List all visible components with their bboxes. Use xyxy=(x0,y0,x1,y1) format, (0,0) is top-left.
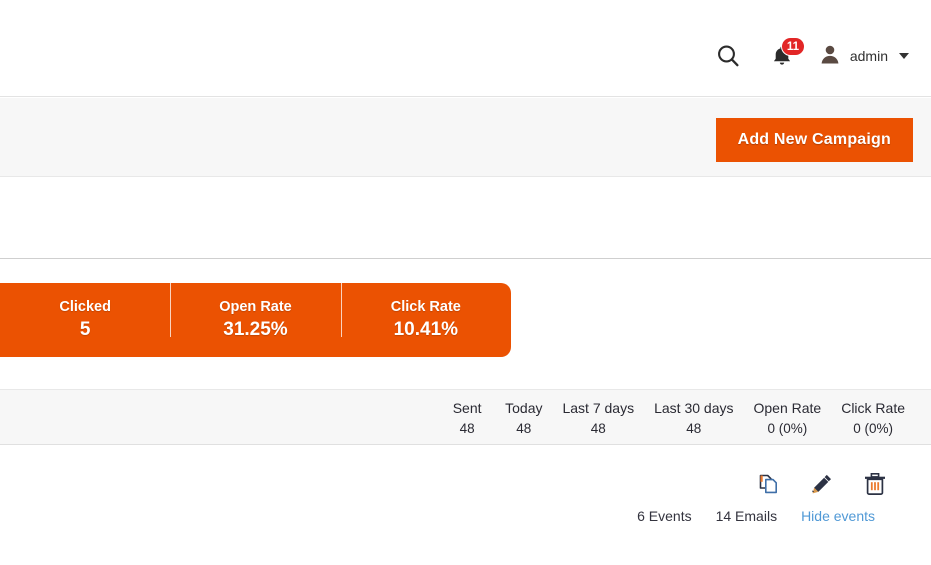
stat-header: Click Rate xyxy=(841,400,905,416)
action-icon-group xyxy=(755,470,889,498)
duplicate-icon[interactable] xyxy=(755,470,783,498)
content-area xyxy=(0,178,931,258)
notification-count-badge: 11 xyxy=(780,37,806,56)
stat-header: Last 30 days xyxy=(654,400,734,416)
summary-label: Clicked xyxy=(59,299,111,315)
summary-cell-open-rate: Open Rate 31.25% xyxy=(170,277,340,342)
campaign-summary-bar: Clicked 5 Open Rate 31.25% Click Rate 10… xyxy=(0,277,511,357)
stat-value: 48 xyxy=(459,421,475,436)
stat-header: Sent xyxy=(452,400,482,416)
page-root: 11 admin Add New Campaign Clicked 5 Open… xyxy=(0,0,931,565)
delete-trash-icon[interactable] xyxy=(861,470,889,498)
emails-count-label: 14 Emails xyxy=(715,508,778,524)
events-count-label: 6 Events xyxy=(637,508,692,524)
bell-icon: 11 xyxy=(769,37,806,69)
admin-header: 11 admin xyxy=(0,0,931,97)
stat-value: 48 xyxy=(686,421,702,436)
summary-label: Open Rate xyxy=(219,299,292,315)
page-actions-bar: Add New Campaign xyxy=(0,98,931,177)
edit-pencil-icon[interactable] xyxy=(808,470,836,498)
user-menu[interactable]: admin xyxy=(809,38,915,74)
stat-col-open-rate: Open Rate 0 (0%) xyxy=(743,398,831,439)
stat-value: 0 (0%) xyxy=(853,421,893,436)
summary-label: Click Rate xyxy=(390,299,461,315)
stat-col-sent: Sent 48 xyxy=(439,398,495,439)
stat-value: 0 (0%) xyxy=(767,421,808,436)
stat-col-last-30-days: Last 30 days 48 xyxy=(644,398,743,439)
hide-events-link[interactable]: Hide events xyxy=(801,508,875,524)
search-icon[interactable] xyxy=(701,38,755,74)
stat-header: Today xyxy=(505,400,543,416)
stat-col-last-7-days: Last 7 days 48 xyxy=(552,398,644,439)
user-avatar-icon xyxy=(819,43,841,70)
add-new-campaign-button[interactable]: Add New Campaign xyxy=(715,118,913,162)
summary-value: 5 xyxy=(79,319,91,340)
stat-col-today: Today 48 xyxy=(495,398,552,439)
header-actions: 11 admin xyxy=(701,37,915,74)
section-divider xyxy=(0,258,931,259)
user-name-label: admin xyxy=(849,48,888,64)
summary-value: 31.25% xyxy=(223,319,288,340)
row-meta: 6 Events 14 Emails Hide events xyxy=(637,508,875,524)
summary-cell-clicked: Clicked 5 xyxy=(0,298,170,342)
stat-header: Last 7 days xyxy=(562,400,635,416)
notifications-button[interactable]: 11 xyxy=(755,37,809,74)
campaign-row-actions: 6 Events 14 Emails Hide events xyxy=(0,446,931,565)
campaign-stats-strip: Sent 48 Today 48 Last 7 days 48 Last 30 … xyxy=(0,389,931,445)
stat-header: Open Rate xyxy=(753,400,822,416)
summary-cell-click-rate: Click Rate 10.41% xyxy=(340,277,511,342)
stat-col-click-rate: Click Rate 0 (0%) xyxy=(831,398,915,439)
stats-columns: Sent 48 Today 48 Last 7 days 48 Last 30 … xyxy=(439,398,915,439)
stat-value: 48 xyxy=(590,421,606,436)
summary-value: 10.41% xyxy=(393,319,459,340)
stat-value: 48 xyxy=(516,421,532,436)
chevron-down-icon xyxy=(899,53,909,59)
